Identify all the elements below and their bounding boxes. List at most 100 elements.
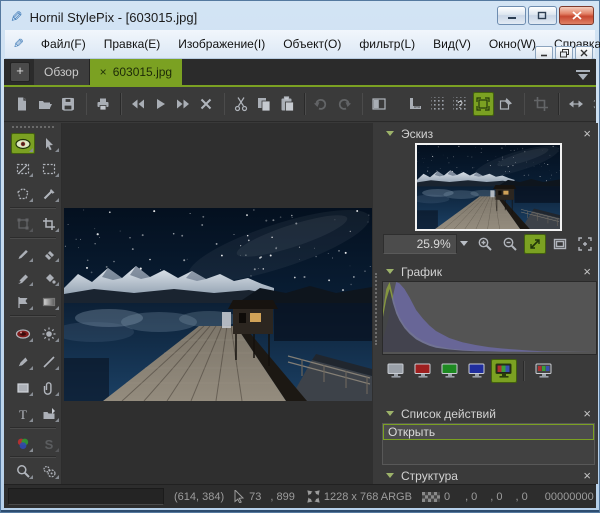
menu-filter[interactable]: фильтр(L) <box>350 31 424 58</box>
ribbon-tool[interactable] <box>11 291 35 312</box>
mdi-restore-button[interactable] <box>555 46 573 60</box>
close-icon[interactable]: × <box>583 127 591 140</box>
channel-rgb-icon[interactable] <box>491 359 517 383</box>
marker-tool[interactable] <box>11 351 35 372</box>
collapse-icon[interactable] <box>386 269 394 274</box>
close-image-icon[interactable] <box>196 92 217 116</box>
redo-icon[interactable] <box>334 92 355 116</box>
red-eye-tool[interactable] <box>11 323 35 344</box>
collapse-icon[interactable] <box>386 411 394 416</box>
zoom-dropdown-icon[interactable] <box>457 234 472 254</box>
document-image[interactable] <box>64 208 372 401</box>
histogram-chart <box>382 281 597 355</box>
zoom-expand-icon[interactable] <box>574 234 596 254</box>
undo-icon[interactable] <box>311 92 332 116</box>
zoom-window-icon[interactable] <box>549 234 571 254</box>
mdi-minimize-button[interactable] <box>535 46 553 60</box>
pencil-tool[interactable] <box>11 267 35 288</box>
zoom-in-icon[interactable] <box>475 234 497 254</box>
status-cursor-x: 73 <box>249 491 261 503</box>
close-icon[interactable]: × <box>583 469 591 482</box>
eraser-tool[interactable] <box>37 243 61 264</box>
close-button[interactable] <box>559 6 594 25</box>
mdi-close-button[interactable] <box>575 46 593 60</box>
select-arrow-tool[interactable] <box>37 133 61 154</box>
clipped-toolbar-icon[interactable] <box>588 92 596 116</box>
tab-close-icon[interactable]: × <box>100 65 107 79</box>
free-select-tool[interactable] <box>11 158 35 179</box>
gradient-tool[interactable] <box>37 291 61 312</box>
menu-view[interactable]: Вид(V) <box>424 31 480 58</box>
crop-icon[interactable] <box>530 92 551 116</box>
nav-play-icon[interactable] <box>150 92 171 116</box>
rect-select-tool[interactable] <box>37 158 61 179</box>
brightness-tool[interactable] <box>37 323 61 344</box>
text-tool[interactable]: T <box>11 403 35 424</box>
fill-tool[interactable] <box>37 267 61 288</box>
nav-next-icon[interactable] <box>173 92 194 116</box>
channel-colors-icon[interactable] <box>531 359 557 383</box>
color-wheel-tool[interactable] <box>11 433 35 454</box>
menu-file[interactable]: Файл(F) <box>32 31 95 58</box>
toolbox-grip[interactable] <box>12 126 54 128</box>
cut-icon[interactable] <box>230 92 251 116</box>
paste-icon[interactable] <box>276 92 297 116</box>
transform-tool[interactable] <box>11 213 35 234</box>
zoom-level-combobox[interactable]: 25.9% <box>383 234 457 254</box>
grid-icon[interactable] <box>427 92 448 116</box>
restore-button[interactable] <box>528 6 557 25</box>
svg-text:T: T <box>19 407 27 421</box>
tab-603015[interactable]: × 603015.jpg <box>90 59 182 85</box>
close-icon[interactable]: × <box>583 407 591 420</box>
clip-tool[interactable] <box>37 377 61 398</box>
new-document-icon[interactable] <box>12 92 33 116</box>
grid-help-icon[interactable]: ? <box>450 92 471 116</box>
zoom-fit-icon[interactable] <box>524 234 546 254</box>
channel-green-icon[interactable] <box>437 359 463 383</box>
preview-eye-tool[interactable] <box>11 133 35 154</box>
window-title: Hornil StylePix - [603015.jpg] <box>30 10 198 25</box>
style-tool[interactable]: S <box>37 433 61 454</box>
channel-luminance-icon[interactable] <box>383 359 409 383</box>
channel-red-icon[interactable] <box>410 359 436 383</box>
menu-image[interactable]: Изображение(I) <box>169 31 274 58</box>
minimize-button[interactable] <box>497 6 526 25</box>
flip-horizontal-icon[interactable] <box>565 92 586 116</box>
copy-icon[interactable] <box>253 92 274 116</box>
collapse-icon[interactable] <box>386 131 394 136</box>
zoom-tool[interactable] <box>11 460 35 481</box>
channel-blue-icon[interactable] <box>464 359 490 383</box>
snap-edit-icon[interactable] <box>496 92 517 116</box>
open-file-icon[interactable] <box>35 92 56 116</box>
import-image-tool[interactable] <box>37 403 61 424</box>
menu-edit[interactable]: Правка(E) <box>95 31 170 58</box>
line-tool[interactable] <box>37 351 61 372</box>
add-tab-button[interactable]: + <box>10 62 30 82</box>
picker-tool[interactable] <box>37 183 61 204</box>
polygon-select-tool[interactable] <box>11 183 35 204</box>
close-icon[interactable]: × <box>583 265 591 278</box>
action-list-item[interactable]: Открыть <box>383 424 594 440</box>
brush-tool[interactable] <box>11 243 35 264</box>
toolbar-separator <box>523 361 525 381</box>
collapse-icon[interactable] <box>386 473 394 478</box>
tab-overview[interactable]: Обзор <box>34 59 90 85</box>
actions-panel-title: Список действий <box>401 407 496 421</box>
snap-bounds-icon[interactable] <box>473 92 494 116</box>
print-icon[interactable] <box>92 92 113 116</box>
cursor-icon <box>234 490 245 503</box>
canvas[interactable] <box>62 123 373 484</box>
save-icon[interactable] <box>58 92 79 116</box>
thumbnail-preview[interactable] <box>415 143 562 231</box>
toolbar-separator <box>304 93 306 115</box>
zoom-controls: 25.9% <box>383 233 596 254</box>
ruler-icon[interactable] <box>404 92 425 116</box>
settings-tool[interactable] <box>37 460 61 481</box>
nav-first-icon[interactable] <box>127 92 148 116</box>
shape-rect-tool[interactable] <box>11 377 35 398</box>
zoom-out-icon[interactable] <box>499 234 521 254</box>
menu-object[interactable]: Объект(O) <box>274 31 350 58</box>
crop-tool[interactable] <box>37 213 61 234</box>
panel-layout-icon[interactable] <box>368 92 389 116</box>
tab-list-dropdown-icon[interactable] <box>576 70 590 80</box>
